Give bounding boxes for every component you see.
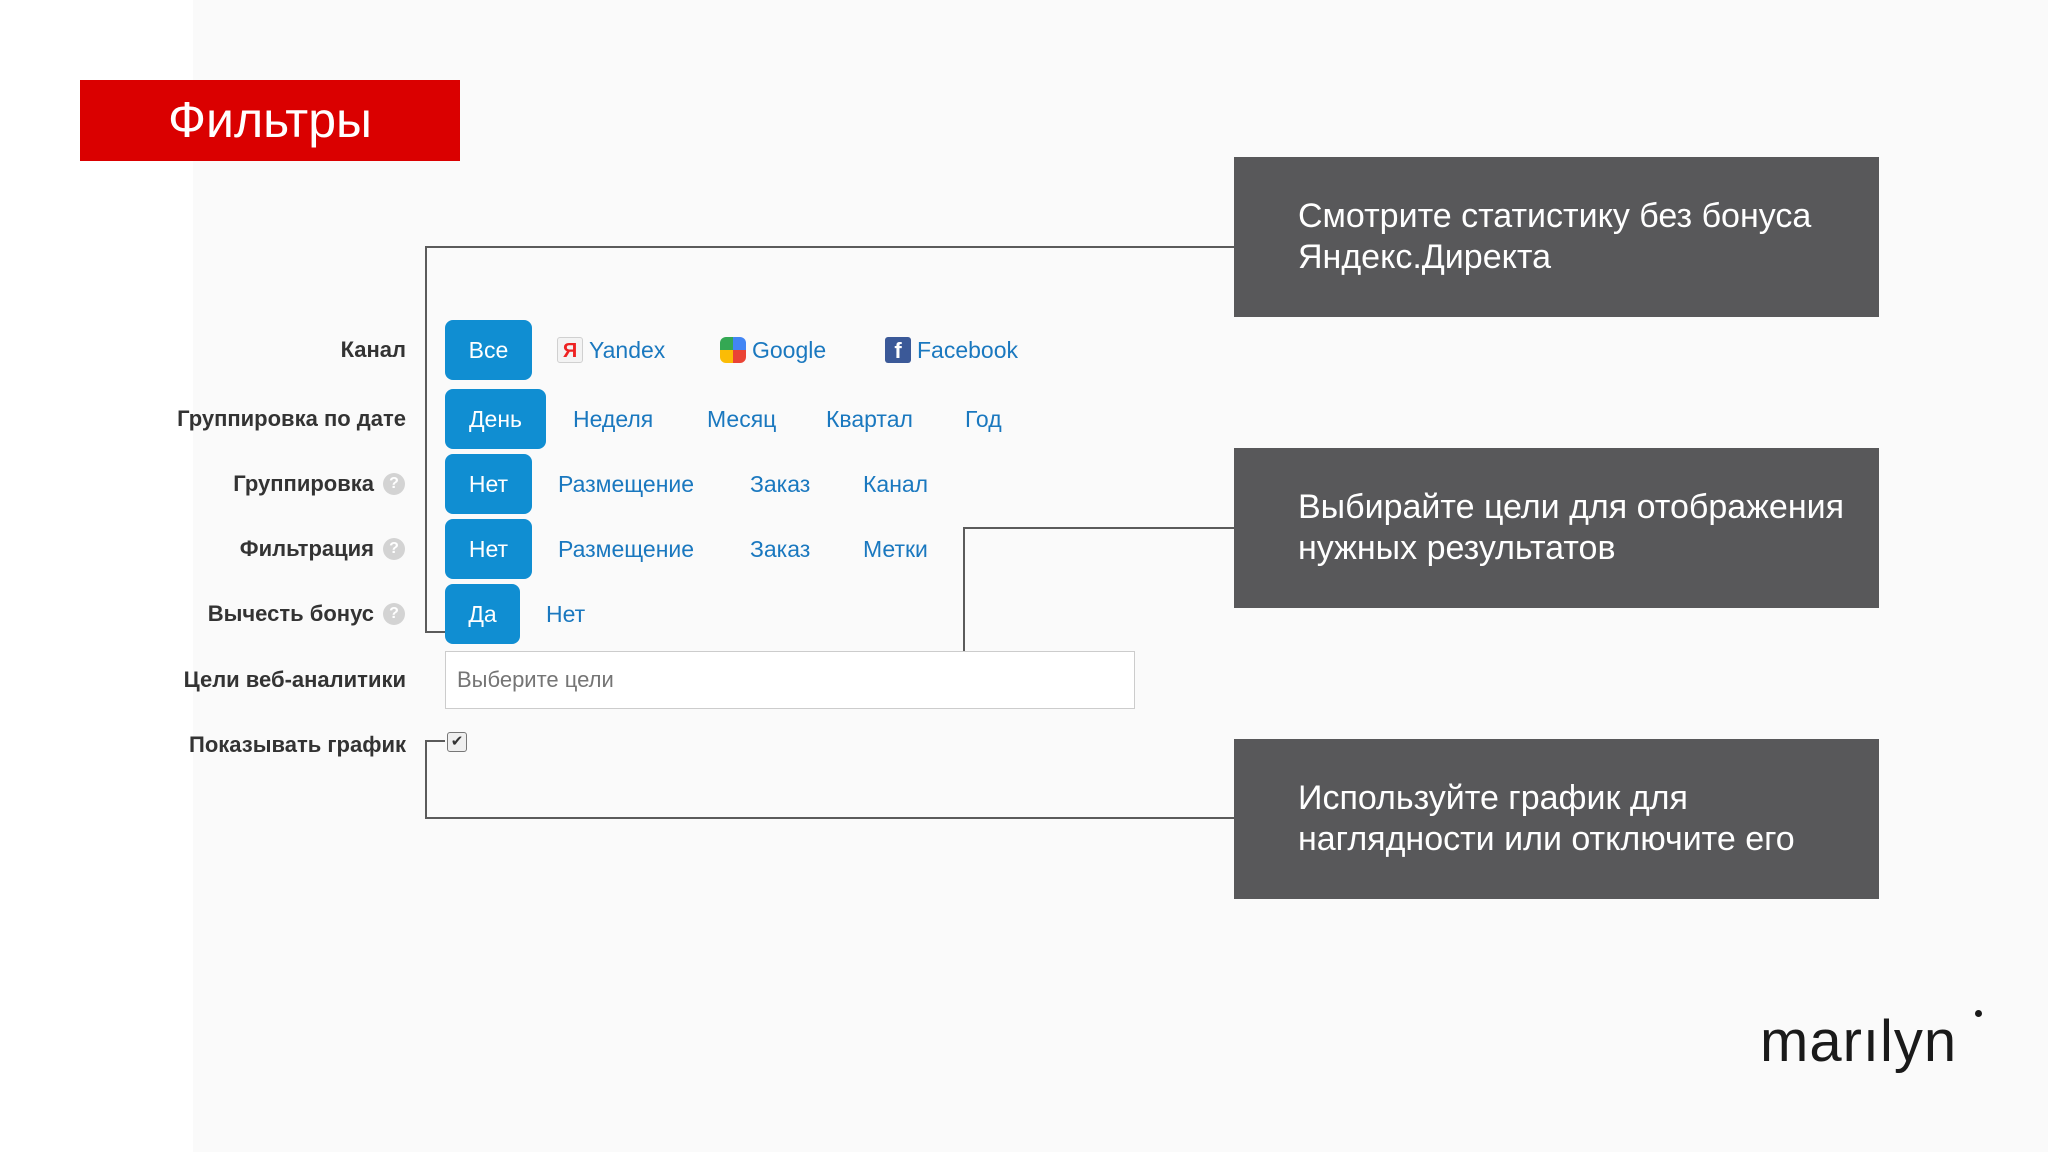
filtering-option-none[interactable]: Нет <box>445 519 532 579</box>
grouping-option-order[interactable]: Заказ <box>750 454 810 514</box>
grouping-option-placement[interactable]: Размещение <box>558 454 694 514</box>
callout-goals: Выбирайте цели для отображения нужных ре… <box>1234 448 1879 608</box>
callout-chart-text: Используйте график для наглядности или о… <box>1298 779 1795 858</box>
channel-option-yandex-label: Yandex <box>589 337 666 363</box>
bracket-line-chart-top <box>425 740 445 742</box>
facebook-icon: f <box>885 336 911 363</box>
filter-row-channel: Канал Все Я Yandex Google f Facebook <box>0 320 1100 380</box>
channel-label: Канал <box>340 337 406 362</box>
filter-row-web-goals: Цели веб-аналитики <box>0 650 420 710</box>
bonus-option-no[interactable]: Нет <box>546 584 585 644</box>
channel-option-facebook[interactable]: f Facebook <box>885 320 1018 380</box>
channel-option-facebook-label: Facebook <box>917 337 1019 363</box>
channel-option-google-label: Google <box>752 337 827 363</box>
channel-option-all[interactable]: Все <box>445 320 532 380</box>
grouping-option-channel[interactable]: Канал <box>863 454 928 514</box>
web-goals-label: Цели веб-аналитики <box>183 667 406 692</box>
filter-row-grouping: Группировка ? Нет Размещение Заказ Канал <box>0 454 1100 514</box>
filtering-label: Фильтрация <box>239 536 374 561</box>
date-option-quarter[interactable]: Квартал <box>826 389 913 449</box>
slide-title: Фильтры <box>80 80 460 161</box>
date-option-year[interactable]: Год <box>965 389 1002 449</box>
callout-bonus-text: Смотрите статистику без бонуса Яндекс.Ди… <box>1298 197 1812 276</box>
google-icon <box>720 336 746 363</box>
yandex-icon: Я <box>557 336 583 363</box>
filtering-help-icon[interactable]: ? <box>383 538 405 560</box>
filter-row-subtract-bonus: Вычесть бонус ? Да Нет <box>0 584 1100 644</box>
channel-option-yandex[interactable]: Я Yandex <box>557 320 665 380</box>
grouping-label: Группировка <box>233 471 374 496</box>
goals-select-input[interactable] <box>445 651 1135 709</box>
filtering-option-placement[interactable]: Размещение <box>558 519 694 579</box>
callout-bonus: Смотрите статистику без бонуса Яндекс.Ди… <box>1234 157 1879 317</box>
callout-chart: Используйте график для наглядности или о… <box>1234 739 1879 899</box>
filter-row-filtering: Фильтрация ? Нет Размещение Заказ Метки <box>0 519 1100 579</box>
bracket-line-chart-bottom <box>425 817 1235 819</box>
date-option-month[interactable]: Месяц <box>707 389 776 449</box>
show-chart-label: Показывать график <box>189 732 406 757</box>
logo-dot-icon <box>1975 1010 1982 1017</box>
bracket-line-chart-left <box>425 740 427 819</box>
filtering-option-tags[interactable]: Метки <box>863 519 928 579</box>
show-chart-checkbox[interactable]: ✔ <box>447 732 467 752</box>
bracket-line-bonus-top <box>425 246 1235 248</box>
grouping-help-icon[interactable]: ? <box>383 473 405 495</box>
marilyn-logo: marılyn <box>1760 1009 1958 1074</box>
callout-goals-text: Выбирайте цели для отображения нужных ре… <box>1298 488 1845 567</box>
filter-row-date-grouping: Группировка по дате День Неделя Месяц Кв… <box>0 389 1100 449</box>
subtract-bonus-help-icon[interactable]: ? <box>383 603 405 625</box>
date-option-day[interactable]: День <box>445 389 546 449</box>
subtract-bonus-label: Вычесть бонус <box>207 601 374 626</box>
grouping-option-none[interactable]: Нет <box>445 454 532 514</box>
filtering-option-order[interactable]: Заказ <box>750 519 810 579</box>
date-grouping-label: Группировка по дате <box>177 406 406 431</box>
filter-row-show-chart: Показывать график <box>0 715 420 775</box>
date-option-week[interactable]: Неделя <box>573 389 653 449</box>
channel-option-google[interactable]: Google <box>720 320 826 380</box>
bonus-option-yes[interactable]: Да <box>445 584 520 644</box>
